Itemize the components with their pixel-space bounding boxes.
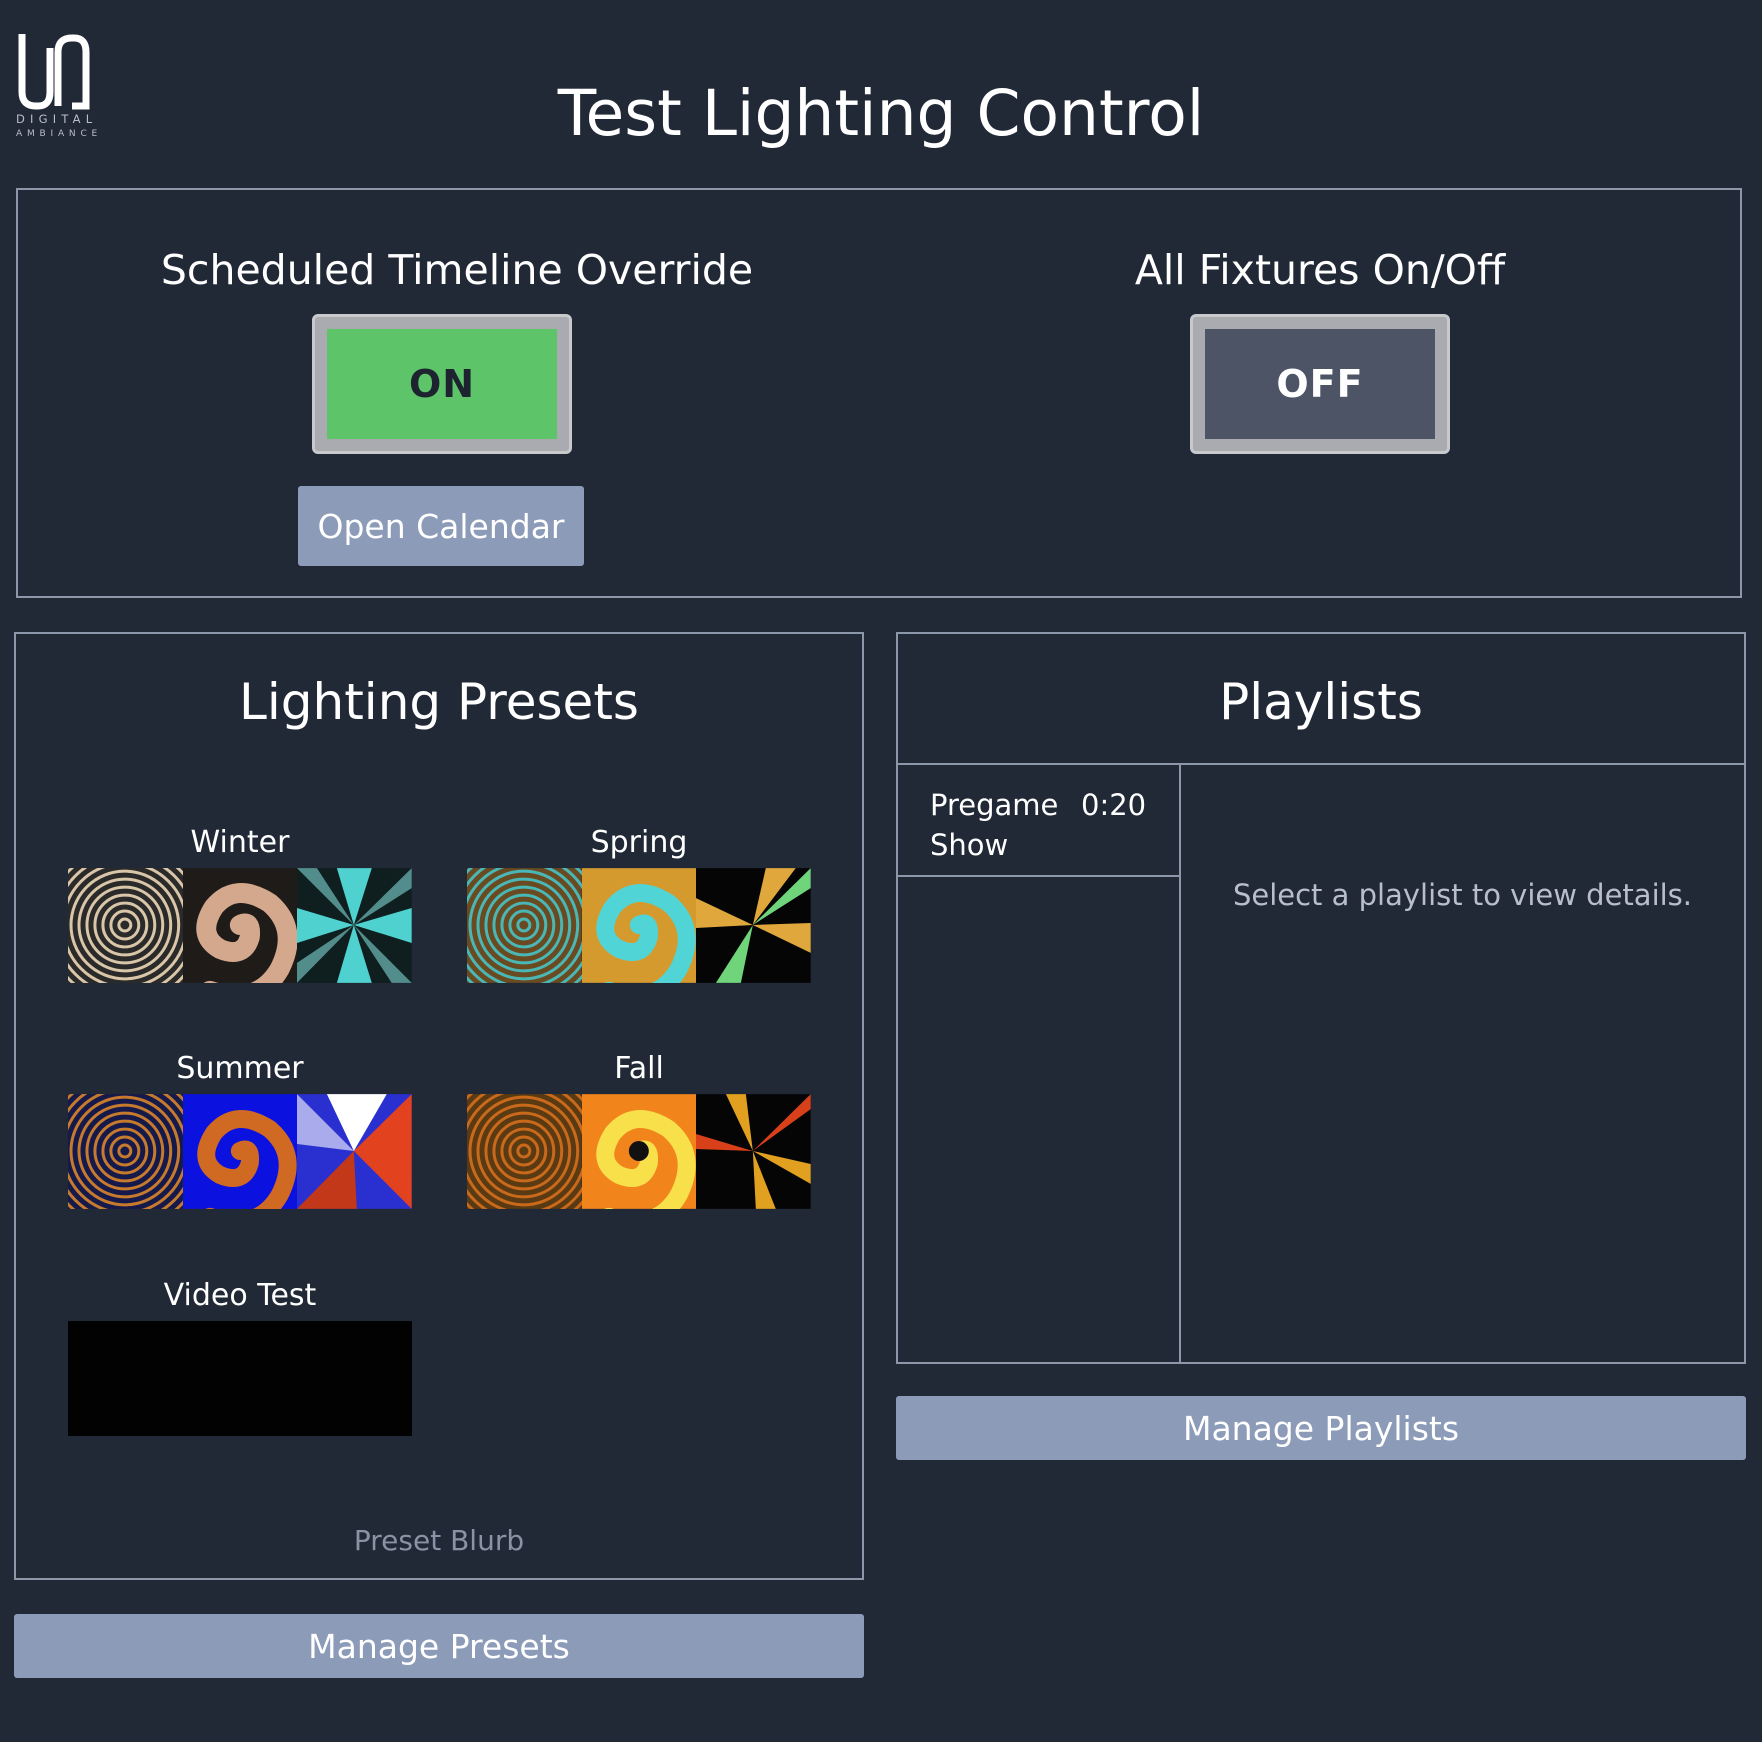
spiral-thumbnail [581,868,697,983]
lighting-presets-panel: Lighting Presets Winter Spring Summer Fa… [14,632,864,1580]
page-title: Test Lighting Control [557,77,1205,150]
master-controls-panel: Scheduled Timeline Override ON Open Cale… [16,188,1742,598]
presets-title: Lighting Presets [239,673,639,731]
preset-winter[interactable]: Winter [68,824,413,983]
preset-thumbnails [68,868,413,983]
preset-spring[interactable]: Spring [467,824,812,983]
playlist-duration: 0:20 [1081,788,1147,822]
radial-beams-thumbnail [696,868,812,983]
playlists-column-divider [1179,765,1181,1362]
spiral-thumbnail [182,1094,298,1209]
radial-beams-thumbnail [297,1094,413,1209]
override-toggle-button[interactable]: ON [312,314,572,454]
preset-video-test[interactable]: Video Test [68,1277,412,1436]
concentric-rings-thumbnail [68,1094,183,1209]
playlists-title: Playlists [1219,673,1423,731]
preset-summer[interactable]: Summer [68,1050,413,1209]
fixtures-state-label: OFF [1205,329,1435,439]
playlist-item[interactable]: Pregame Show 0:20 [898,765,1179,877]
preset-label: Fall [614,1051,664,1086]
preset-label: Video Test [163,1278,317,1313]
fixtures-title: All Fixtures On/Off [1134,246,1506,294]
playlist-name: Pregame Show [930,788,1059,862]
open-calendar-button[interactable]: Open Calendar [298,486,584,566]
preset-label: Spring [590,825,688,860]
preset-blurb: Preset Blurb [353,1524,525,1557]
manage-presets-button[interactable]: Manage Presets [14,1614,864,1678]
spiral-thumbnail [182,868,298,983]
spiral-thumbnail [581,1094,697,1209]
video-thumbnail [68,1321,412,1436]
fixtures-toggle-button[interactable]: OFF [1190,314,1450,454]
preset-thumbnails [467,1094,812,1209]
concentric-rings-thumbnail [68,868,183,983]
preset-thumbnails [467,868,812,983]
preset-label: Summer [176,1051,304,1086]
preset-thumbnails [68,1094,413,1209]
concentric-rings-thumbnail [467,1094,582,1209]
preset-fall[interactable]: Fall [467,1050,812,1209]
preset-label: Winter [190,825,290,860]
manage-playlists-button[interactable]: Manage Playlists [896,1396,1746,1460]
override-title: Scheduled Timeline Override [160,246,754,294]
playlists-panel: Playlists Pregame Show 0:20 Select a pla… [896,632,1746,1364]
playlist-detail-placeholder: Select a playlist to view details. [1232,878,1693,912]
radial-beams-thumbnail [297,868,413,983]
radial-beams-thumbnail [696,1094,812,1209]
override-state-label: ON [327,329,557,439]
concentric-rings-thumbnail [467,868,582,983]
